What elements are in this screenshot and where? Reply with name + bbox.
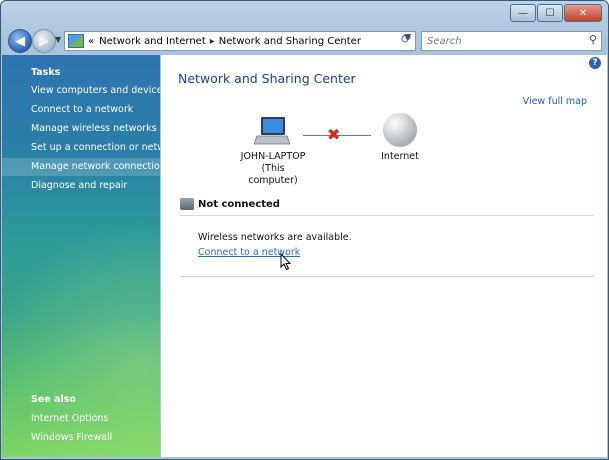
view-full-map-link[interactable]: View full map	[523, 96, 587, 107]
maximize-button[interactable]: ☐	[537, 4, 563, 22]
breadcrumb-network-and-internet[interactable]: Network and Internet	[99, 36, 206, 47]
recent-pages-dropdown-icon[interactable]: ▼	[55, 35, 61, 44]
tasks-heading: Tasks	[31, 67, 61, 78]
divider	[180, 276, 594, 277]
main-content: ? Network and Sharing Center View full m…	[161, 55, 607, 457]
task-set-up-a-connection[interactable]: Set up a connection or network	[31, 142, 160, 153]
window: — ☐ ✕ ◀ ▶ ▼ « Network and Internet ▸ Net…	[0, 0, 609, 460]
laptop-icon[interactable]	[254, 116, 290, 146]
breadcrumb-separator-icon[interactable]: ▸	[210, 36, 215, 47]
mouse-cursor-icon	[280, 253, 292, 271]
computer-label: JOHN-LAPTOP (This computer)	[237, 151, 309, 187]
control-panel-icon	[68, 34, 84, 48]
see-also-internet-options[interactable]: Internet Options	[31, 413, 108, 424]
forward-button[interactable]: ▶	[32, 29, 56, 53]
task-diagnose-and-repair[interactable]: Diagnose and repair	[31, 180, 127, 191]
close-button[interactable]: ✕	[564, 4, 602, 22]
wireless-available-text: Wireless networks are available.	[198, 232, 352, 243]
breadcrumb-network-and-sharing-center[interactable]: Network and Sharing Center	[219, 36, 361, 47]
search-placeholder: Search	[427, 35, 462, 47]
forward-arrow-icon: ▶	[39, 33, 49, 49]
task-connect-to-a-network[interactable]: Connect to a network	[31, 104, 133, 115]
minimize-button[interactable]: —	[510, 4, 536, 22]
see-also-heading: See also	[31, 394, 76, 405]
red-x-icon[interactable]: ✖	[327, 125, 340, 144]
back-arrow-icon: ◀	[15, 33, 25, 49]
page-title: Network and Sharing Center	[178, 71, 356, 86]
help-icon[interactable]: ?	[589, 57, 601, 69]
task-manage-network-connections[interactable]: Manage network connections	[2, 158, 160, 176]
search-icon[interactable]: ⚲	[589, 33, 597, 46]
network-status-icon	[180, 198, 194, 210]
status-text: Not connected	[198, 198, 280, 210]
connection-status: Not connected	[180, 196, 280, 212]
task-pane: Tasks View computers and devices Connect…	[2, 55, 160, 457]
address-bar[interactable]: « Network and Internet ▸ Network and Sha…	[64, 31, 416, 51]
internet-globe-icon[interactable]	[383, 113, 417, 147]
back-button[interactable]: ◀	[8, 29, 32, 53]
title-bar[interactable]: — ☐ ✕	[1, 1, 608, 27]
internet-label: Internet	[381, 151, 419, 162]
address-row: ◀ ▶ ▼ « Network and Internet ▸ Network a…	[1, 28, 608, 54]
refresh-icon[interactable]: ⟳	[397, 32, 415, 48]
task-view-computers-and-devices[interactable]: View computers and devices	[31, 85, 160, 96]
window-controls: — ☐ ✕	[510, 4, 602, 22]
see-also-windows-firewall[interactable]: Windows Firewall	[31, 432, 112, 443]
computer-name: JOHN-LAPTOP	[240, 151, 306, 162]
computer-sublabel: (This computer)	[248, 163, 298, 186]
task-manage-wireless-networks[interactable]: Manage wireless networks	[31, 123, 157, 134]
address-prefix[interactable]: «	[88, 36, 94, 47]
divider	[180, 215, 594, 216]
search-input[interactable]: Search ⚲	[421, 31, 602, 51]
